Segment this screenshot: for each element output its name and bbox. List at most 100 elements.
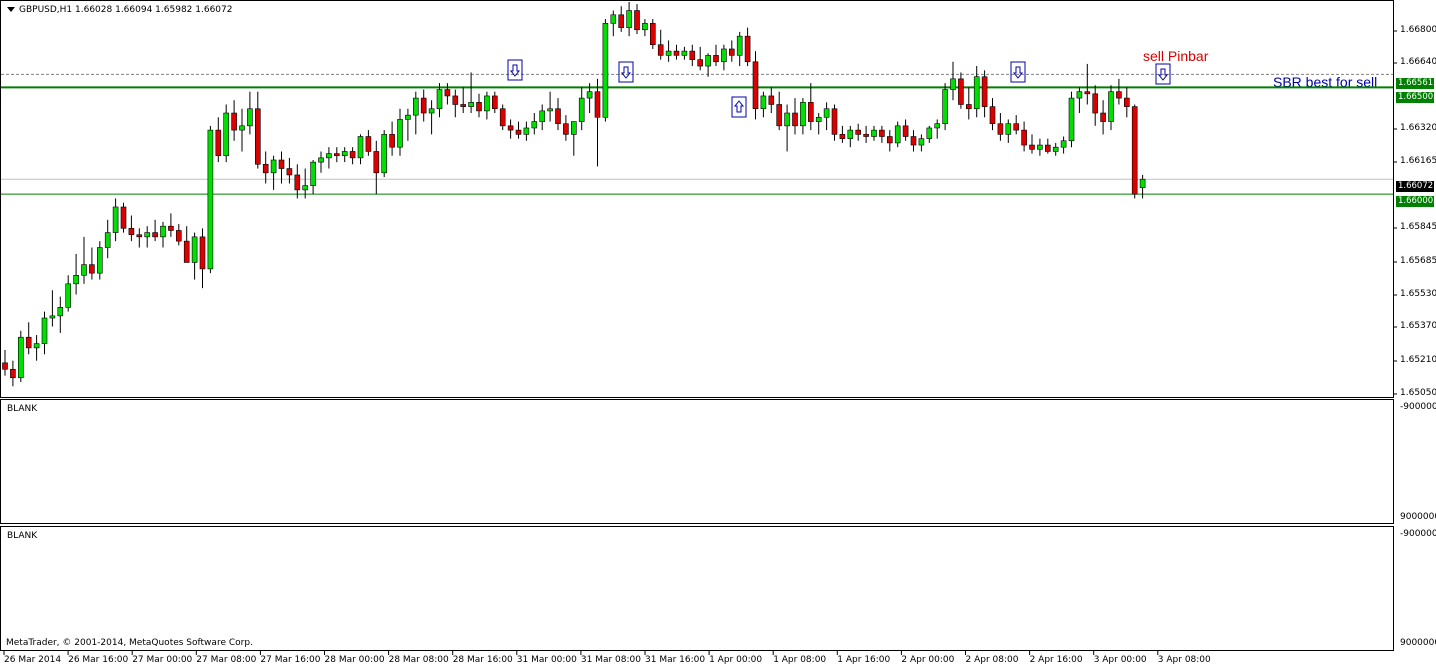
candle-body: [341, 151, 348, 157]
candle-body: [815, 116, 822, 122]
candle-body: [381, 134, 388, 174]
candle-body: [997, 123, 1004, 135]
candle-body: [886, 136, 893, 144]
price-axis-label: 1.66165: [1400, 156, 1436, 166]
candle-body: [807, 102, 814, 122]
candle-body: [855, 129, 862, 135]
candle-body: [270, 159, 277, 174]
candle-body: [231, 112, 237, 131]
candle-body: [871, 129, 877, 137]
candle-body: [207, 129, 214, 270]
candle-body: [1005, 123, 1012, 135]
candle-body: [128, 228, 135, 236]
candle-body: [831, 108, 838, 135]
candle-body: [136, 234, 143, 238]
candle-body: [1108, 91, 1114, 122]
price-axis-label: 1.65685: [1400, 256, 1436, 266]
candle-body: [97, 247, 103, 274]
candle-body: [879, 129, 885, 137]
candle-body: [934, 123, 941, 129]
candle-body: [73, 274, 79, 285]
price-marker: 1.66500: [1396, 92, 1434, 103]
candle-body: [594, 91, 601, 118]
candle-body: [412, 97, 419, 116]
candle-body: [547, 108, 553, 112]
sell-arrow-icon: [1012, 66, 1024, 79]
candle-body: [152, 232, 158, 238]
candle-body: [902, 125, 909, 137]
candle-body: [1060, 140, 1067, 148]
candle-body: [776, 104, 783, 127]
sell-arrow-icon: [620, 66, 632, 79]
candle-body: [697, 59, 704, 67]
candle-body: [373, 151, 380, 174]
candle-body: [910, 136, 917, 146]
candle-body: [199, 236, 206, 270]
candle-body: [744, 35, 751, 63]
candle-body: [1124, 97, 1130, 107]
candle-body: [247, 108, 253, 127]
candle-body: [586, 91, 593, 99]
price-marker: 1.66072: [1396, 181, 1434, 192]
time-axis-label: 28 Mar 08:00: [388, 655, 449, 665]
candle-body: [965, 104, 972, 110]
candle-body: [863, 134, 869, 137]
candle-body: [144, 232, 150, 238]
candle-body: [499, 108, 506, 127]
candle-body: [823, 108, 830, 118]
candle-body: [942, 89, 948, 125]
time-axis-label: 1 Apr 16:00: [837, 655, 891, 665]
candle-body: [326, 153, 332, 159]
price-axis-label: 1.66640: [1400, 57, 1436, 67]
candle-body: [1021, 129, 1027, 146]
price-axis-label: 1.66320: [1400, 123, 1436, 133]
candle-body: [610, 14, 617, 24]
candle-body: [728, 48, 735, 56]
candle-body: [563, 123, 569, 135]
candle-body: [2, 362, 8, 370]
candle-body: [634, 10, 640, 31]
candle-body: [302, 185, 309, 191]
time-axis-label: 28 Mar 16:00: [452, 655, 513, 665]
candle-body: [918, 138, 925, 146]
time-axis-label: 1 Apr 00:00: [709, 655, 763, 665]
candle-body: [768, 95, 775, 105]
candle-body: [752, 61, 759, 110]
candle-body: [578, 97, 585, 122]
candle-body: [41, 317, 48, 344]
candle-body: [926, 127, 933, 139]
time-axis-label: 31 Mar 00:00: [516, 655, 577, 665]
time-axis-label: 26 Mar 2014: [4, 655, 62, 665]
time-axis-label: 2 Apr 08:00: [965, 655, 1019, 665]
candle-body: [555, 108, 561, 125]
candle-body: [673, 50, 680, 56]
candle-body: [428, 108, 435, 114]
candle-body: [847, 129, 854, 139]
candle-body: [452, 95, 459, 105]
candle-body: [1076, 91, 1083, 99]
candle-body: [436, 89, 443, 110]
candle-body: [736, 35, 743, 56]
candle-body: [468, 102, 474, 107]
price-axis-label: 1.66800: [1400, 25, 1436, 35]
candle-body: [112, 206, 119, 233]
candle-body: [278, 159, 285, 169]
candle-body: [223, 112, 229, 157]
candle-body: [215, 129, 222, 157]
candle-body: [570, 121, 577, 135]
candle-body: [1013, 123, 1020, 131]
candle-body: [618, 14, 625, 28]
candle-body: [183, 240, 190, 263]
candle-body: [642, 23, 648, 31]
candle-body: [168, 225, 174, 231]
candle-body: [310, 161, 316, 186]
candle-body: [657, 44, 664, 56]
candle-body: [65, 283, 71, 308]
candle-body: [120, 206, 127, 229]
time-axis-label: 2 Apr 16:00: [1029, 655, 1083, 665]
candle-body: [721, 48, 727, 63]
candle-body: [286, 168, 293, 176]
candle-body: [89, 264, 95, 274]
sell-arrow-icon-box: [507, 59, 523, 81]
candle-body: [255, 108, 261, 165]
